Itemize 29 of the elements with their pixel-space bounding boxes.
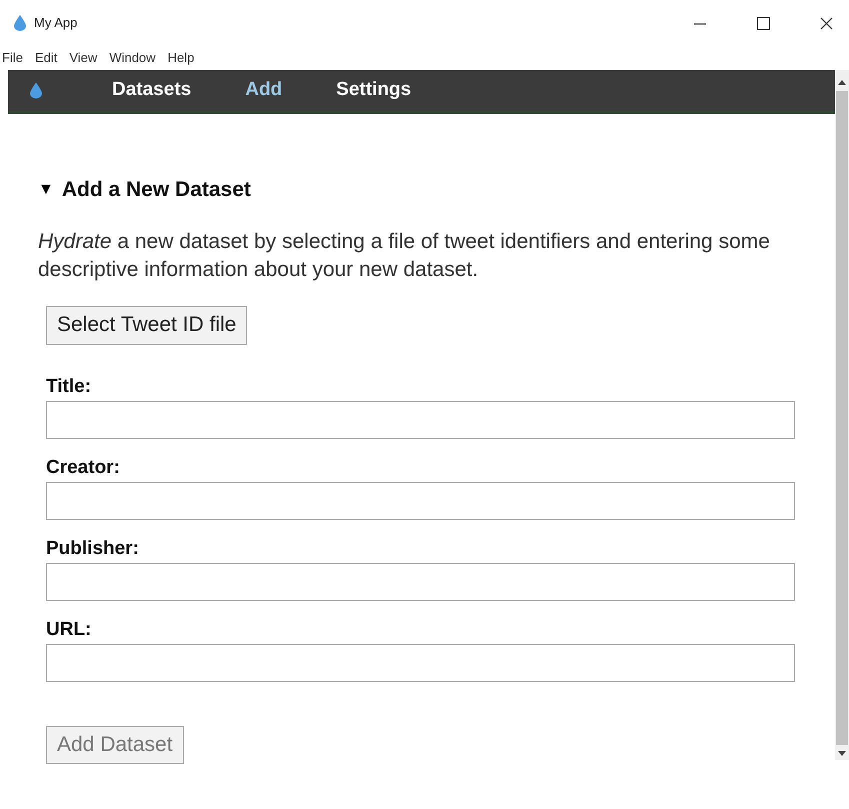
menu-item[interactable]: File bbox=[2, 48, 23, 68]
down-arrow-icon[interactable] bbox=[838, 751, 846, 756]
field-label: Title: bbox=[46, 374, 92, 398]
menu-item[interactable]: Help bbox=[168, 48, 194, 68]
menu-item[interactable]: View bbox=[69, 48, 98, 68]
close-icon[interactable] bbox=[820, 16, 833, 30]
water-drop-icon bbox=[14, 15, 26, 31]
nav-tab[interactable]: Add bbox=[245, 76, 282, 105]
water-drop-icon bbox=[30, 82, 42, 99]
menu-item[interactable]: Window bbox=[109, 48, 156, 68]
select-file-button[interactable]: Select Tweet ID file bbox=[46, 306, 248, 344]
menu-item[interactable]: Edit bbox=[34, 48, 58, 68]
nav-tab[interactable]: Settings bbox=[336, 76, 412, 105]
description: Hydrate a new dataset by selecting a file of tweet identifiers and entering some descriptive information about your new dataset. bbox=[38, 228, 771, 282]
field-label: Publisher: bbox=[46, 536, 140, 560]
input-field[interactable] bbox=[46, 400, 795, 438]
collapse-toggle[interactable]: ▼ bbox=[38, 178, 54, 202]
window-title: My App bbox=[34, 14, 78, 32]
scrollbar-thumb[interactable] bbox=[836, 91, 848, 745]
input-field[interactable] bbox=[46, 562, 795, 600]
field-label: URL: bbox=[46, 618, 92, 642]
section-heading: Add a New Dataset bbox=[62, 177, 251, 203]
up-arrow-icon[interactable] bbox=[838, 80, 846, 85]
nav-tab[interactable]: Datasets bbox=[112, 76, 192, 105]
maximize-icon[interactable] bbox=[757, 16, 770, 30]
field-label: Creator: bbox=[46, 456, 121, 480]
input-field[interactable] bbox=[46, 482, 795, 520]
scrollbar[interactable] bbox=[835, 70, 849, 760]
input-field[interactable] bbox=[46, 644, 795, 682]
